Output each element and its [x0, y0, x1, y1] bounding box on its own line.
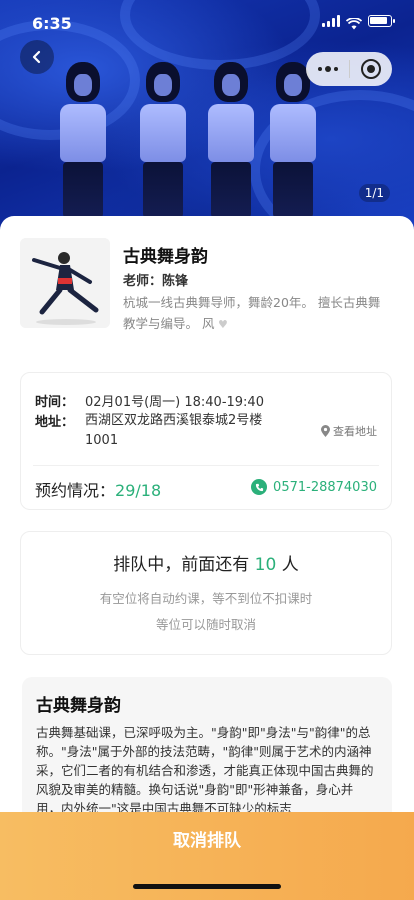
hero-dancer-figure — [262, 62, 324, 218]
booking-label: 预约情况： — [35, 481, 116, 500]
teacher-description-text: 杭城一线古典舞导师，舞龄20年。 擅长古典舞教学与编导。 风 — [123, 295, 381, 331]
more-options-icon[interactable] — [306, 66, 349, 72]
time-value: 02月01号(周一) 18:40-19:40 — [85, 395, 264, 410]
phone-number: 0571-28874030 — [273, 479, 377, 495]
teacher-name: 老师：陈锋 — [123, 274, 189, 289]
back-button[interactable] — [20, 40, 54, 74]
view-address-label: 查看地址 — [333, 425, 377, 438]
queue-title-suffix: 人 — [276, 555, 299, 575]
location-pin-icon — [321, 424, 330, 437]
mini-program-capsule — [306, 52, 392, 86]
hero-dancer-figure — [52, 62, 114, 218]
home-indicator[interactable] — [133, 884, 281, 889]
queue-title-prefix: 排队中，前面还有 — [113, 555, 255, 575]
intro-title: 古典舞身韵 — [36, 696, 121, 716]
hero-banner: 6:35 1/1 — [0, 0, 414, 232]
teacher-section: 古典舞身韵 老师：陈锋 杭城一线古典舞导师，舞龄20年。 擅长古典舞教学与编导。… — [20, 238, 394, 338]
battery-icon — [368, 15, 395, 27]
course-title: 古典舞身韵 — [123, 247, 208, 267]
address-value: 西湖区双龙路西溪银泰城2号楼1001 — [85, 413, 263, 448]
teacher-description[interactable]: 杭城一线古典舞导师，舞龄20年。 擅长古典舞教学与编导。 风 ♥ — [123, 292, 391, 335]
booking-status: 预约情况：29/18 — [35, 477, 161, 501]
queue-count: 10 — [254, 555, 277, 575]
time-row: 时间： 02月01号(周一) 18:40-19:40 — [35, 391, 264, 410]
queue-note-cancel: 等位可以随时取消 — [155, 617, 256, 632]
phone-icon — [251, 479, 268, 495]
time-label: 时间： — [35, 395, 75, 410]
status-time: 6:35 — [32, 14, 72, 33]
cellular-signal-icon — [322, 15, 340, 27]
expand-chevron-icon[interactable]: ♥ — [214, 318, 228, 331]
course-intro-card: 古典舞身韵 古典舞基础课，已深呼吸为主。"身韵"即"身法"与"韵律"的总称。"身… — [22, 677, 392, 827]
close-program-icon[interactable] — [350, 58, 392, 80]
queue-title: 排队中，前面还有 10 人 — [21, 550, 391, 575]
address-label: 地址： — [35, 415, 75, 430]
booking-count: 29/18 — [115, 481, 162, 500]
image-pager: 1/1 — [358, 184, 390, 202]
intro-body: 古典舞基础课，已深呼吸为主。"身韵"即"身法"与"韵律"的总称。"身法"属于外部… — [36, 725, 374, 816]
address-row: 地址： 西湖区双龙路西溪银泰城2号楼1001 — [35, 411, 285, 448]
cancel-queue-label: 取消排队 — [173, 831, 241, 851]
card-divider — [33, 465, 379, 466]
hero-dancer-figure — [200, 62, 262, 218]
teacher-avatar[interactable] — [20, 238, 110, 328]
queue-status-card: 排队中，前面还有 10 人 有空位将自动约课，等不到位不扣课时 等位可以随时取消 — [20, 531, 392, 655]
chevron-left-icon — [32, 50, 41, 64]
status-bar: 6:35 — [0, 0, 414, 44]
hero-dancer-figure — [132, 62, 194, 218]
class-info-card: 时间： 02月01号(周一) 18:40-19:40 地址： 西湖区双龙路西溪银… — [20, 372, 392, 510]
wifi-icon — [345, 15, 363, 30]
view-address-link[interactable]: 查看地址 — [320, 423, 377, 439]
queue-note-auto-book: 有空位将自动约课，等不到位不扣课时 — [99, 591, 313, 606]
phone-link[interactable]: 0571-28874030 — [251, 479, 377, 495]
